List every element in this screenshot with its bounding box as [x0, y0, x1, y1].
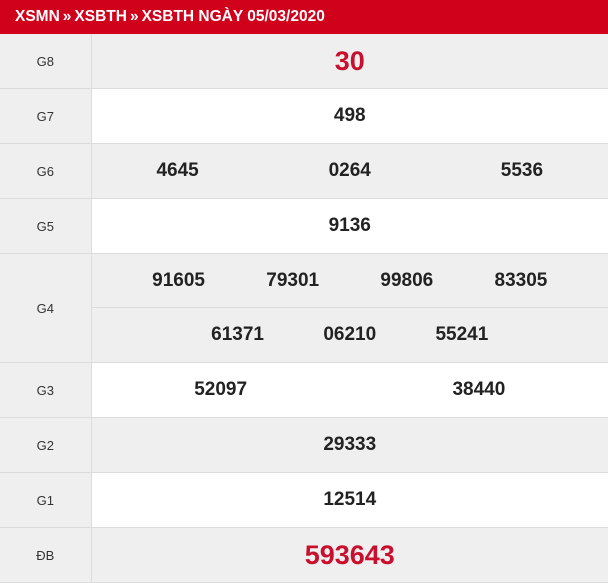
prize-number: 9136: [328, 215, 371, 236]
breadcrumb-link-xsmn[interactable]: XSMN: [15, 8, 60, 25]
prize-number: 61371: [211, 324, 264, 345]
prize-number: 83305: [494, 270, 548, 291]
prize-label: ĐB: [0, 527, 92, 583]
prize-number: 4645: [156, 160, 199, 181]
prize-label: G5: [0, 198, 92, 254]
breadcrumb-current-page[interactable]: XSBTH NGÀY 05/03/2020: [142, 8, 325, 25]
prize-number: 38440: [452, 379, 506, 400]
breadcrumb: XSMN» XSBTH» XSBTH NGÀY 05/03/2020: [0, 0, 608, 34]
prize-number: 91605: [152, 270, 205, 291]
prize-number: 55241: [435, 324, 489, 345]
prize-number: 5536: [500, 160, 544, 181]
breadcrumb-link-xsbth[interactable]: XSBTH: [74, 8, 127, 25]
prize-number: 52097: [194, 379, 248, 400]
lottery-results-table: G8 30 G7 498 G6 4645 0264 5536 G5 9136 G…: [0, 34, 608, 583]
prize-number: 79301: [266, 270, 320, 291]
prize-row-g6: G6 4645 0264 5536: [0, 143, 608, 199]
breadcrumb-separator: »: [129, 8, 139, 25]
prize-number: 498: [333, 105, 366, 126]
prize-label: G7: [0, 88, 92, 144]
breadcrumb-separator: »: [62, 8, 72, 25]
prize-row-g5: G5 9136: [0, 198, 608, 254]
prize-number: 06210: [323, 324, 377, 345]
prize-number: 30: [334, 45, 365, 76]
prize-number: 29333: [323, 434, 377, 455]
prize-label: G1: [0, 472, 92, 528]
prize-row-g2: G2 29333: [0, 417, 608, 473]
prize-row-g7: G7 498: [0, 88, 608, 144]
prize-row-g4: G4 91605 79301 99806 83305 61371 06210 5…: [0, 253, 608, 363]
prize-label: G4: [0, 253, 92, 363]
prize-label: G8: [0, 34, 92, 89]
prize-row-special: ĐB 593643: [0, 527, 608, 583]
prize-label: G6: [0, 143, 92, 199]
prize-number: 12514: [323, 489, 377, 510]
prize-row-g3: G3 52097 38440: [0, 362, 608, 418]
special-prize-number: 593643: [304, 539, 395, 570]
prize-label: G3: [0, 362, 92, 418]
prize-row-g8: G8 30: [0, 34, 608, 89]
prize-row-g1: G1 12514: [0, 472, 608, 528]
prize-number: 0264: [328, 160, 371, 181]
prize-label: G2: [0, 417, 92, 473]
prize-number: 99806: [380, 270, 434, 291]
